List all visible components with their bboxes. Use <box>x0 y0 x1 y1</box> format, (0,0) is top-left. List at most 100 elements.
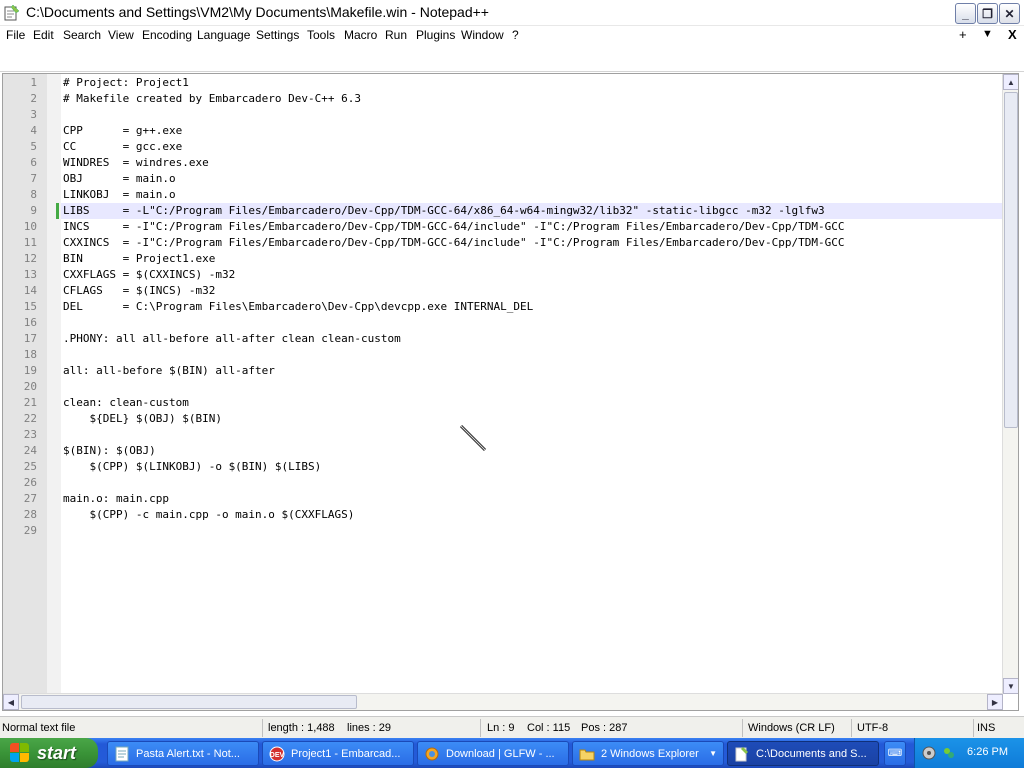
code-line-text: CXXFLAGS = $(CXXINCS) -m32 <box>63 268 236 281</box>
code-line[interactable]: CXXFLAGS = $(CXXINCS) -m32 <box>61 267 1005 283</box>
code-line-text: .PHONY: all all-before all-after clean c… <box>63 332 401 345</box>
current-line-marker <box>56 203 59 219</box>
menu-encoding[interactable]: Encoding <box>142 28 192 42</box>
status-encoding: UTF-8 <box>857 722 889 734</box>
code-line[interactable] <box>61 107 1005 123</box>
scroll-up-icon[interactable]: ▲ <box>1003 74 1018 90</box>
status-ln: Ln : 9 <box>487 722 515 734</box>
close-document-icon[interactable]: X <box>1008 27 1017 42</box>
code-line[interactable]: $(BIN): $(OBJ) <box>61 443 1005 459</box>
line-number: 7 <box>30 172 37 185</box>
taskbar-button-pasta-alert[interactable]: Pasta Alert.txt - Not... <box>107 741 259 766</box>
editor-pane[interactable]: 1 2 3 4 5 6 7 8 9 10 11 12 13 14 15 16 17 18 19 20 21 22 23 24 2… <box>2 73 1019 711</box>
status-insert-mode: INS <box>977 722 996 734</box>
code-line[interactable]: CXXINCS = -I"C:/Program Files/Embarcader… <box>61 235 1005 251</box>
close-button[interactable]: ✕ <box>999 3 1020 24</box>
code-line[interactable] <box>61 523 1005 539</box>
line-number: 27 <box>23 492 37 505</box>
code-area[interactable]: # Project: Project1 # Makefile created by… <box>61 74 1005 694</box>
menu-macro[interactable]: Macro <box>344 28 377 42</box>
code-line[interactable]: CFLAGS = $(INCS) -m32 <box>61 283 1005 299</box>
code-line[interactable]: DEL = C:\Program Files\Embarcadero\Dev-C… <box>61 299 1005 315</box>
scroll-right-icon[interactable]: ▶ <box>987 694 1003 710</box>
code-line[interactable] <box>61 347 1005 363</box>
keyboard-layout-button[interactable]: ⌨ <box>884 741 906 766</box>
line-number: 29 <box>23 524 37 537</box>
code-line[interactable]: LIBS = -L"C:/Program Files/Embarcadero/D… <box>61 203 1005 219</box>
menu-help[interactable]: ? <box>512 28 519 42</box>
line-number: 18 <box>23 348 37 361</box>
code-line[interactable] <box>61 475 1005 491</box>
network-tray-icon[interactable] <box>921 745 937 761</box>
menu-tools[interactable]: Tools <box>307 28 335 42</box>
title-bar: C:\Documents and Settings\VM2\My Documen… <box>0 0 1024 26</box>
line-number: 6 <box>30 156 37 169</box>
taskbar-button-windows-explorer[interactable]: 2 Windows Explorer ▼ <box>572 741 724 766</box>
line-number: 8 <box>30 188 37 201</box>
code-line[interactable]: BIN = Project1.exe <box>61 251 1005 267</box>
code-line[interactable] <box>61 315 1005 331</box>
line-number: 4 <box>30 124 37 137</box>
taskbar-button-label: Project1 - Embarcad... <box>291 747 401 760</box>
code-line[interactable]: INCS = -I"C:/Program Files/Embarcadero/D… <box>61 219 1005 235</box>
code-line[interactable] <box>61 427 1005 443</box>
restore-button[interactable]: ❐ <box>977 3 998 24</box>
taskbar-button-notepadpp[interactable]: C:\Documents and S... <box>727 741 879 766</box>
horizontal-scroll-thumb[interactable] <box>21 695 357 709</box>
code-line[interactable]: OBJ = main.o <box>61 171 1005 187</box>
new-tab-plus-icon[interactable]: + <box>959 27 967 42</box>
taskbar-button-glfw[interactable]: Download | GLFW - ... <box>417 741 569 766</box>
line-number: 13 <box>23 268 37 281</box>
code-line[interactable]: CPP = g++.exe <box>61 123 1005 139</box>
code-line-text: CC = gcc.exe <box>63 140 183 153</box>
notepad-icon <box>114 746 130 762</box>
code-line[interactable]: # Project: Project1 <box>61 75 1005 91</box>
start-button[interactable]: start <box>0 738 98 768</box>
taskbar-button-project1[interactable]: DEV Project1 - Embarcad... <box>262 741 414 766</box>
code-line-text: CXXINCS = -I"C:/Program Files/Embarcader… <box>63 236 845 249</box>
vertical-scroll-thumb[interactable] <box>1004 92 1018 428</box>
code-line[interactable] <box>61 379 1005 395</box>
menu-settings[interactable]: Settings <box>256 28 299 42</box>
code-line[interactable]: CC = gcc.exe <box>61 139 1005 155</box>
menu-run[interactable]: Run <box>385 28 407 42</box>
menu-window[interactable]: Window <box>461 28 504 42</box>
menu-view[interactable]: View <box>108 28 134 42</box>
horizontal-scrollbar[interactable]: ◀ ▶ <box>3 693 1003 710</box>
code-line-text: clean: clean-custom <box>63 396 189 409</box>
code-line-text: OBJ = main.o <box>63 172 176 185</box>
minimize-button[interactable]: _ <box>955 3 976 24</box>
menu-plugins[interactable]: Plugins <box>416 28 455 42</box>
line-number: 2 <box>30 92 37 105</box>
line-number: 20 <box>23 380 37 393</box>
code-line[interactable]: .PHONY: all all-before all-after clean c… <box>61 331 1005 347</box>
code-line[interactable]: $(CPP) -c main.cpp -o main.o $(CXXFLAGS) <box>61 507 1005 523</box>
code-line[interactable]: $(CPP) $(LINKOBJ) -o $(BIN) $(LIBS) <box>61 459 1005 475</box>
code-line[interactable]: clean: clean-custom <box>61 395 1005 411</box>
menu-edit[interactable]: Edit <box>33 28 54 42</box>
taskbar-button-label: 2 Windows Explorer <box>601 747 699 760</box>
vertical-scrollbar[interactable]: ▲ ▼ <box>1002 74 1018 694</box>
code-line[interactable]: # Makefile created by Embarcadero Dev-C+… <box>61 91 1005 107</box>
code-line-text: INCS = -I"C:/Program Files/Embarcadero/D… <box>63 220 845 233</box>
notepadpp-icon <box>734 746 750 762</box>
menu-file[interactable]: File <box>6 28 25 42</box>
menu-search[interactable]: Search <box>63 28 101 42</box>
tab-list-down-icon[interactable]: ▼ <box>982 28 993 40</box>
line-number: 24 <box>23 444 37 457</box>
code-line-text: # Makefile created by Embarcadero Dev-C+… <box>63 92 362 105</box>
code-line[interactable]: all: all-before $(BIN) all-after <box>61 363 1005 379</box>
menu-language[interactable]: Language <box>197 28 250 42</box>
line-number: 23 <box>23 428 37 441</box>
scroll-down-icon[interactable]: ▼ <box>1003 678 1018 694</box>
line-number: 26 <box>23 476 37 489</box>
line-number: 19 <box>23 364 37 377</box>
status-col: Col : 115 <box>527 722 571 734</box>
code-line[interactable]: main.o: main.cpp <box>61 491 1005 507</box>
code-line[interactable]: LINKOBJ = main.o <box>61 187 1005 203</box>
code-line[interactable]: ${DEL} $(OBJ) $(BIN) <box>61 411 1005 427</box>
code-line[interactable]: WINDRES = windres.exe <box>61 155 1005 171</box>
program-tray-icon[interactable] <box>941 745 957 761</box>
status-pos: Pos : 287 <box>581 722 628 734</box>
scroll-left-icon[interactable]: ◀ <box>3 694 19 710</box>
